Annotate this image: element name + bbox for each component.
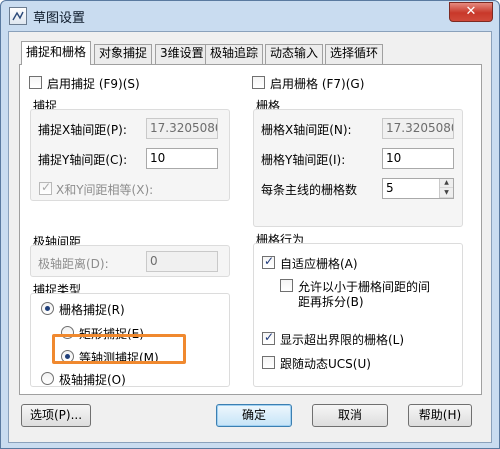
grid-x-spacing-field[interactable]: 17.32050807: [382, 118, 454, 139]
tab-object-snap[interactable]: 对象捕捉: [94, 44, 153, 64]
polar-distance-label: 极轴距离(D):: [38, 257, 109, 271]
spin-down-icon[interactable]: ▼: [440, 188, 453, 198]
dialog-window: 草图设置 ✕ 捕捉和栅格 对象捕捉 3维设置 极轴追踪 动态输入 选择循环 启用…: [0, 0, 500, 449]
enable-grid-checkbox[interactable]: [252, 76, 265, 89]
snap-x-spacing-field[interactable]: 17.32050807: [146, 118, 218, 139]
display-beyond-limits-label: 显示超出界限的栅格(L): [280, 333, 405, 347]
tab-dynamic-input[interactable]: 动态输入: [265, 44, 324, 64]
dialog-client-area: 捕捉和栅格 对象捕捉 3维设置 极轴追踪 动态输入 选择循环 启用捕捉 (F9)…: [8, 31, 492, 443]
drafting-settings-icon: [9, 7, 27, 25]
grid-y-spacing-field[interactable]: 10: [382, 148, 454, 169]
grid-snap-radio[interactable]: [41, 302, 54, 315]
tab-3d-settings[interactable]: 3维设置: [155, 44, 209, 64]
polar-snap-label: 极轴捕捉(O): [59, 373, 126, 387]
equal-xy-spacing-label: X和Y间距相等(X):: [56, 183, 154, 197]
grid-snap-label: 栅格捕捉(R): [59, 303, 125, 317]
allow-subdivision-label-2: 距再拆分(B): [298, 295, 364, 309]
snap-grid-panel: 启用捕捉 (F9)(S) 捕捉 捕捉X轴间距(P): 17.32050807 捕…: [19, 64, 482, 395]
adaptive-grid-label: 自适应栅格(A): [280, 257, 358, 271]
title-bar: 草图设置 ✕: [1, 1, 499, 31]
tab-selection-cycling[interactable]: 选择循环: [325, 44, 384, 64]
follow-dynamic-ucs-label: 跟随动态UCS(U): [280, 357, 371, 371]
display-beyond-limits-checkbox[interactable]: [262, 330, 275, 345]
polar-spacing-group: 极轴距离(D): 0: [30, 245, 230, 277]
polar-distance-field[interactable]: 0: [146, 251, 218, 272]
major-line-spinner[interactable]: 5 ▲ ▼: [382, 178, 454, 199]
grid-behavior-group: 自适应栅格(A) 允许以小于栅格间距的间 距再拆分(B) 显示超出界限的栅格(L…: [253, 243, 463, 387]
adaptive-grid-checkbox[interactable]: [262, 254, 275, 269]
grid-y-label: 栅格Y轴间距(I):: [261, 153, 346, 167]
spinner-buttons[interactable]: ▲ ▼: [439, 179, 453, 198]
enable-grid-label: 启用栅格 (F7)(G): [270, 77, 365, 91]
spin-up-icon[interactable]: ▲: [440, 179, 453, 188]
snap-y-spacing-field[interactable]: 10: [146, 148, 218, 169]
grid-group: 栅格X轴间距(N): 17.32050807 栅格Y轴间距(I): 10 每条主…: [253, 109, 463, 227]
allow-subdivision-checkbox[interactable]: [280, 279, 293, 292]
equal-xy-spacing-checkbox[interactable]: [39, 180, 52, 195]
polar-snap-radio[interactable]: [41, 372, 54, 385]
grid-x-label: 栅格X轴间距(N):: [261, 123, 352, 137]
enable-snap-checkbox[interactable]: [29, 76, 42, 89]
close-button[interactable]: ✕: [449, 2, 493, 22]
tab-polar-tracking[interactable]: 极轴追踪: [205, 44, 264, 64]
snap-x-label: 捕捉X轴间距(P):: [38, 123, 127, 137]
options-button[interactable]: 选项(P)...: [21, 404, 91, 427]
follow-dynamic-ucs-checkbox[interactable]: [262, 356, 275, 369]
enable-snap-label: 启用捕捉 (F9)(S): [47, 77, 140, 91]
cancel-button[interactable]: 取消: [312, 404, 388, 427]
ok-button[interactable]: 确定: [216, 404, 292, 427]
snap-y-label: 捕捉Y轴间距(C):: [38, 153, 128, 167]
major-line-value: 5: [386, 181, 394, 195]
isometric-snap-highlight: [52, 334, 186, 364]
snap-group: 捕捉X轴间距(P): 17.32050807 捕捉Y轴间距(C): 10 X和Y…: [30, 109, 230, 201]
tab-snap-grid[interactable]: 捕捉和栅格: [21, 41, 92, 65]
major-line-label: 每条主线的栅格数: [261, 183, 358, 197]
window-title: 草图设置: [33, 11, 86, 26]
help-button[interactable]: 帮助(H): [408, 404, 472, 427]
